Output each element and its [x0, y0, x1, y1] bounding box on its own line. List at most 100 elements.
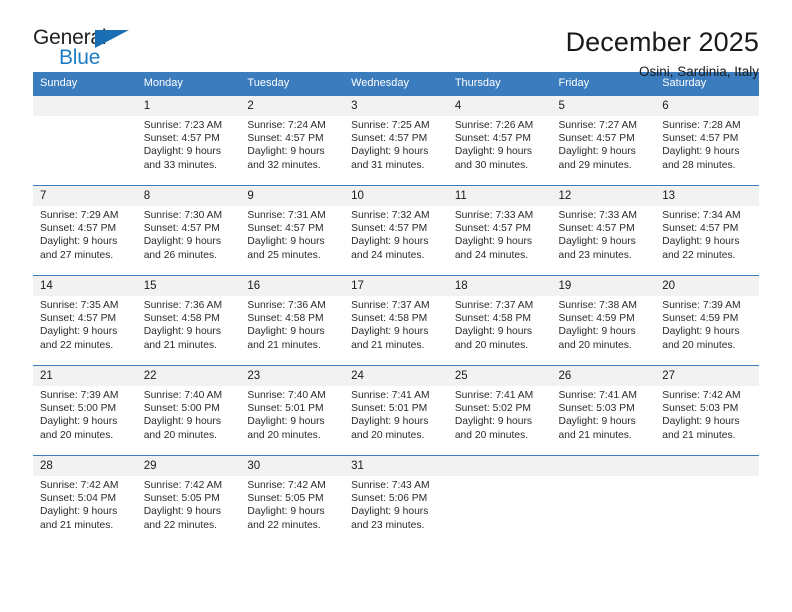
calendar-body: 1 Sunrise: 7:23 AM Sunset: 4:57 PM Dayli… [33, 95, 759, 545]
daylight-text-line2: and 21 minutes. [558, 429, 632, 441]
day-cell[interactable]: 10 Sunrise: 7:32 AM Sunset: 4:57 PM Dayl… [344, 185, 448, 276]
day-cell[interactable]: 1 Sunrise: 7:23 AM Sunset: 4:57 PM Dayli… [136, 95, 241, 186]
daylight-text-line2: and 20 minutes. [558, 339, 632, 351]
day-cell[interactable]: 18 Sunrise: 7:37 AM Sunset: 4:58 PM Dayl… [447, 275, 552, 366]
daylight-text-line2: and 20 minutes. [247, 429, 321, 441]
daylight-text-line2: and 21 minutes. [143, 339, 217, 351]
day-number: 11 [447, 186, 552, 206]
sunset-text: Sunset: 4:57 PM [558, 223, 635, 235]
sunset-text: Sunset: 5:05 PM [143, 493, 220, 505]
day-cell[interactable]: 3 Sunrise: 7:25 AM Sunset: 4:57 PM Dayli… [344, 95, 448, 186]
daylight-text-line1: Daylight: 9 hours [40, 326, 118, 338]
day-cell[interactable] [447, 455, 552, 545]
day-info: Sunrise: 7:34 AM Sunset: 4:57 PM Dayligh… [655, 206, 759, 262]
day-number: 6 [655, 96, 759, 116]
daylight-text-line2: and 30 minutes. [454, 159, 529, 171]
day-cell[interactable]: 27 Sunrise: 7:42 AM Sunset: 5:03 PM Dayl… [655, 365, 759, 456]
day-cell[interactable]: 24 Sunrise: 7:41 AM Sunset: 5:01 PM Dayl… [344, 365, 448, 456]
day-cell[interactable]: 4 Sunrise: 7:26 AM Sunset: 4:57 PM Dayli… [447, 95, 552, 186]
day-number: 20 [655, 276, 759, 296]
day-number: 3 [344, 96, 448, 116]
week-row: 28 Sunrise: 7:42 AM Sunset: 5:04 PM Dayl… [33, 455, 759, 545]
day-number: 29 [136, 456, 241, 476]
day-number: 27 [655, 366, 759, 386]
daylight-text-line1: Daylight: 9 hours [351, 416, 429, 428]
daylight-text-line1: Daylight: 9 hours [662, 416, 740, 428]
daylight-text-line2: and 21 minutes. [40, 519, 114, 531]
page-title: December 2025 [565, 27, 759, 57]
day-cell[interactable]: 5 Sunrise: 7:27 AM Sunset: 4:57 PM Dayli… [551, 95, 656, 186]
day-cell[interactable]: 11 Sunrise: 7:33 AM Sunset: 4:57 PM Dayl… [447, 185, 552, 276]
sunrise-text: Sunrise: 7:42 AM [662, 390, 741, 401]
day-info: Sunrise: 7:41 AM Sunset: 5:02 PM Dayligh… [448, 386, 552, 442]
sunrise-text: Sunrise: 7:38 AM [558, 300, 637, 311]
daylight-text-line2: and 22 minutes. [247, 519, 321, 531]
day-cell[interactable]: 25 Sunrise: 7:41 AM Sunset: 5:02 PM Dayl… [447, 365, 552, 456]
day-cell[interactable]: 29 Sunrise: 7:42 AM Sunset: 5:05 PM Dayl… [136, 455, 241, 545]
day-number: 14 [33, 276, 137, 296]
daylight-text-line1: Daylight: 9 hours [351, 506, 429, 518]
day-number [33, 96, 137, 116]
day-cell[interactable]: 17 Sunrise: 7:37 AM Sunset: 4:58 PM Dayl… [344, 275, 448, 366]
sunset-text: Sunset: 5:03 PM [558, 403, 635, 415]
sunset-text: Sunset: 4:58 PM [143, 313, 220, 325]
sunset-text: Sunset: 4:57 PM [454, 223, 531, 235]
weekday-header-wednesday: Wednesday [344, 72, 448, 96]
daylight-text-line2: and 23 minutes. [558, 249, 632, 261]
daylight-text-line2: and 20 minutes. [662, 339, 736, 351]
day-info: Sunrise: 7:39 AM Sunset: 4:59 PM Dayligh… [655, 296, 759, 352]
day-cell[interactable] [551, 455, 656, 545]
sunrise-text: Sunrise: 7:42 AM [247, 480, 326, 491]
day-cell[interactable]: 23 Sunrise: 7:40 AM Sunset: 5:01 PM Dayl… [240, 365, 345, 456]
day-cell[interactable]: 22 Sunrise: 7:40 AM Sunset: 5:00 PM Dayl… [136, 365, 241, 456]
sunrise-text: Sunrise: 7:30 AM [143, 210, 223, 221]
sunrise-text: Sunrise: 7:29 AM [40, 210, 119, 221]
daylight-text-line1: Daylight: 9 hours [247, 506, 325, 518]
daylight-text-line1: Daylight: 9 hours [351, 236, 429, 248]
sunrise-text: Sunrise: 7:41 AM [351, 390, 430, 401]
sunset-text: Sunset: 5:00 PM [40, 403, 117, 415]
sunrise-text: Sunrise: 7:40 AM [143, 390, 223, 401]
day-cell[interactable]: 7 Sunrise: 7:29 AM Sunset: 4:57 PM Dayli… [33, 185, 137, 276]
day-number: 15 [136, 276, 241, 296]
day-cell[interactable]: 21 Sunrise: 7:39 AM Sunset: 5:00 PM Dayl… [33, 365, 137, 456]
sunset-text: Sunset: 5:05 PM [247, 493, 324, 505]
day-cell[interactable]: 13 Sunrise: 7:34 AM Sunset: 4:57 PM Dayl… [655, 185, 759, 276]
day-number: 28 [33, 456, 137, 476]
day-number: 1 [136, 96, 241, 116]
day-cell[interactable]: 9 Sunrise: 7:31 AM Sunset: 4:57 PM Dayli… [240, 185, 345, 276]
day-number: 16 [240, 276, 345, 296]
daylight-text-line2: and 21 minutes. [351, 339, 425, 351]
week-row: 7 Sunrise: 7:29 AM Sunset: 4:57 PM Dayli… [33, 185, 759, 276]
sunset-text: Sunset: 4:57 PM [143, 133, 220, 145]
day-cell[interactable]: 14 Sunrise: 7:35 AM Sunset: 4:57 PM Dayl… [33, 275, 137, 366]
daylight-text-line1: Daylight: 9 hours [40, 506, 118, 518]
daylight-text-line1: Daylight: 9 hours [40, 236, 118, 248]
day-info: Sunrise: 7:23 AM Sunset: 4:57 PM Dayligh… [137, 116, 241, 172]
general-blue-logo[interactable]: General Blue [33, 26, 143, 74]
sunrise-text: Sunrise: 7:33 AM [558, 210, 637, 221]
day-cell[interactable]: 28 Sunrise: 7:42 AM Sunset: 5:04 PM Dayl… [33, 455, 137, 545]
daylight-text-line1: Daylight: 9 hours [662, 326, 740, 338]
sunrise-text: Sunrise: 7:35 AM [40, 300, 119, 311]
day-info: Sunrise: 7:38 AM Sunset: 4:59 PM Dayligh… [552, 296, 656, 352]
sunrise-text: Sunrise: 7:36 AM [247, 300, 326, 311]
day-cell[interactable] [655, 455, 759, 545]
day-number [551, 456, 656, 476]
day-cell[interactable]: 30 Sunrise: 7:42 AM Sunset: 5:05 PM Dayl… [240, 455, 345, 545]
day-cell[interactable]: 6 Sunrise: 7:28 AM Sunset: 4:57 PM Dayli… [655, 95, 759, 186]
day-cell[interactable]: 20 Sunrise: 7:39 AM Sunset: 4:59 PM Dayl… [655, 275, 759, 366]
day-cell[interactable]: 8 Sunrise: 7:30 AM Sunset: 4:57 PM Dayli… [136, 185, 241, 276]
daylight-text-line1: Daylight: 9 hours [454, 236, 533, 248]
day-cell[interactable] [33, 95, 137, 186]
day-cell[interactable]: 2 Sunrise: 7:24 AM Sunset: 4:57 PM Dayli… [240, 95, 345, 186]
sunset-text: Sunset: 4:57 PM [662, 133, 739, 145]
day-info: Sunrise: 7:26 AM Sunset: 4:57 PM Dayligh… [448, 116, 552, 172]
day-number: 23 [240, 366, 345, 386]
day-cell[interactable]: 19 Sunrise: 7:38 AM Sunset: 4:59 PM Dayl… [551, 275, 656, 366]
day-cell[interactable]: 26 Sunrise: 7:41 AM Sunset: 5:03 PM Dayl… [551, 365, 656, 456]
day-cell[interactable]: 31 Sunrise: 7:43 AM Sunset: 5:06 PM Dayl… [344, 455, 448, 545]
day-cell[interactable]: 15 Sunrise: 7:36 AM Sunset: 4:58 PM Dayl… [136, 275, 241, 366]
day-cell[interactable]: 16 Sunrise: 7:36 AM Sunset: 4:58 PM Dayl… [240, 275, 345, 366]
day-cell[interactable]: 12 Sunrise: 7:33 AM Sunset: 4:57 PM Dayl… [551, 185, 656, 276]
